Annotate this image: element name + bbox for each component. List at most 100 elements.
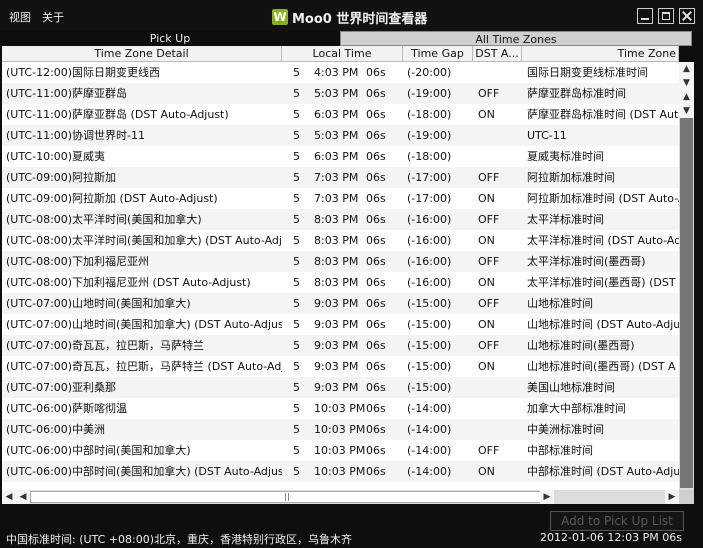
cell-day: 5 [293,423,300,436]
cell-seconds: 06s [366,213,386,226]
cell-local-time: 10:03 PM [314,423,366,436]
cell-day: 5 [293,234,300,247]
cell-dst: OFF [478,213,500,226]
cell-day: 5 [293,255,300,268]
table-row[interactable]: (UTC-06:00)中部时间(美国和加拿大) (DST Auto-Adjust… [2,461,679,482]
scroll-down-arrow-icon[interactable]: ▲ [679,90,694,104]
cell-time-gap: (-16:00) [407,234,452,247]
table-row[interactable]: (UTC-12:00)国际日期变更线西 5 4:03 PM 06s (-20:00) 国际… [2,62,679,83]
cell-time-gap: (-14:00) [407,423,452,436]
tab-pick-up[interactable]: Pick Up [0,31,340,46]
table-row[interactable]: (UTC-09:00)阿拉斯加 5 7:03 PM 06s (-17:00) OFF 阿拉斯… [2,167,679,188]
scroll-right-arrow-icon[interactable]: ▶ [540,490,554,504]
table-row[interactable]: (UTC-06:00)中部时间(美国和加拿大) 5 10:03 PM 06s (-14:… [2,440,679,461]
cell-time-zone: 太平洋标准时间(墨西哥) (DST A [527,276,679,289]
maximize-button[interactable] [658,8,674,24]
table-row[interactable]: (UTC-07:00)奇瓦瓦，拉巴斯，马萨特兰 (DST Auto-Adju 5 9… [2,356,679,377]
vertical-scrollbar[interactable]: ▲ ▼ ▲ ▼ [679,62,694,490]
cell-time-gap: (-14:00) [407,402,452,415]
cell-dst: ON [478,192,495,205]
minimize-button[interactable] [637,8,653,24]
cell-seconds: 06s [366,108,386,121]
scroll-left-arrow-icon[interactable]: ◀ [2,490,16,504]
cell-local-time: 8:03 PM [314,276,359,289]
cell-day: 5 [293,339,300,352]
cell-time-gap: (-18:00) [407,150,452,163]
column-header-time-zone-detail[interactable]: Time Zone Detail [2,46,282,62]
scroll-up-arrow-icon[interactable]: ▲ [679,62,694,76]
table-row[interactable]: (UTC-08:00)下加利福尼亚州 5 8:03 PM 06s (-16:00) OFF… [2,251,679,272]
cell-seconds: 06s [366,192,386,205]
cell-time-zone: 阿拉斯加标准时间 (DST Auto-A [527,192,679,205]
menu-view[interactable]: 视图 [9,9,31,25]
cell-time-zone: 中部标准时间 (DST Auto-Adju [527,465,679,478]
cell-time-zone-detail: (UTC-07:00)奇瓦瓦，拉巴斯，马萨特兰 [6,339,205,352]
close-button[interactable] [679,8,695,24]
add-to-pick-up-button[interactable]: Add to Pick Up List [550,511,684,531]
cell-seconds: 06s [366,87,386,100]
cell-dst [478,125,522,146]
cell-local-time: 10:03 PM [314,465,366,478]
app-title-text: Moo0 世界时间查看器 [292,11,428,27]
cell-local-time: 4:03 PM [314,66,359,79]
column-header-time-zone[interactable]: Time Zone [522,46,679,62]
table-row[interactable]: (UTC-11:00)萨摩亚群岛 (DST Auto-Adjust) 5 6:03 … [2,104,679,125]
cell-seconds: 06s [366,234,386,247]
cell-time-zone-detail: (UTC-09:00)阿拉斯加 (DST Auto-Adjust) [6,192,218,205]
table-row[interactable]: (UTC-11:00)萨摩亚群岛 5 5:03 PM 06s (-19:00) OFF 萨摩… [2,83,679,104]
table-row[interactable]: (UTC-11:00)协调世界时-11 5 5:03 PM 06s (-19:00) UT… [2,125,679,146]
cell-time-zone: 国际日期变更线标准时间 [527,66,648,79]
horizontal-scroll-thumb[interactable] [30,491,550,503]
column-header-time-gap[interactable]: Time Gap [403,46,473,62]
table-row[interactable]: (UTC-08:00)下加利福尼亚州 (DST Auto-Adjust) 5 8:0… [2,272,679,293]
cell-dst [478,398,522,419]
menu-about[interactable]: 关于 [42,9,64,25]
table-row[interactable]: (UTC-07:00)山地时间(美国和加拿大) (DST Auto-Adjust… [2,314,679,335]
cell-day: 5 [293,297,300,310]
table-row[interactable]: (UTC-09:00)阿拉斯加 (DST Auto-Adjust) 5 7:03 P… [2,188,679,209]
cell-time-zone-detail: (UTC-08:00)太平洋时间(美国和加拿大) (DST Auto-Adju [6,234,282,247]
cell-day: 5 [293,108,300,121]
app-title: W Moo0 世界时间查看器 [272,8,428,27]
cell-local-time: 6:03 PM [314,108,359,121]
cell-time-zone-detail: (UTC-07:00)山地时间(美国和加拿大) [6,297,191,310]
cell-local-time: 9:03 PM [314,318,359,331]
table-row[interactable]: (UTC-08:00)太平洋时间(美国和加拿大) (DST Auto-Adju 5… [2,230,679,251]
cell-local-time: 8:03 PM [314,213,359,226]
table-row[interactable]: (UTC-07:00)山地时间(美国和加拿大) 5 9:03 PM 06s (-15:0… [2,293,679,314]
table-row[interactable]: (UTC-07:00)奇瓦瓦，拉巴斯，马萨特兰 5 9:03 PM 06s (-15:0… [2,335,679,356]
cell-day: 5 [293,465,300,478]
table-row[interactable]: (UTC-08:00)太平洋时间(美国和加拿大) 5 8:03 PM 06s (-16:… [2,209,679,230]
cell-day: 5 [293,87,300,100]
title-bar: 视图 关于 W Moo0 世界时间查看器 [0,0,703,32]
cell-time-gap: (-18:00) [407,108,452,121]
scroll-up-arrow-icon[interactable]: ▼ [679,76,694,90]
cell-day: 5 [293,402,300,415]
cell-local-time: 9:03 PM [314,339,359,352]
scroll-down-arrow-icon[interactable]: ▼ [679,104,694,118]
table-row[interactable]: (UTC-10:00)夏威夷 5 6:03 PM 06s (-18:00) 夏威夷标准时间 [2,146,679,167]
scroll-left-arrow-icon[interactable]: ◀ [16,490,30,504]
cell-local-time: 5:03 PM [314,129,359,142]
vertical-scroll-thumb[interactable] [680,118,693,488]
cell-dst: ON [478,465,495,478]
cell-time-zone: 萨摩亚群岛标准时间 [527,87,626,100]
cell-time-zone-detail: (UTC-11:00)萨摩亚群岛 [6,87,128,100]
column-header-local-time[interactable]: Local Time [282,46,403,62]
cell-time-zone-detail: (UTC-07:00)奇瓦瓦，拉巴斯，马萨特兰 (DST Auto-Adju [6,360,282,373]
table-row[interactable]: (UTC-06:00)萨斯喀彻温 5 10:03 PM 06s (-14:00) 加拿大中… [2,398,679,419]
column-header-dst[interactable]: DST A... [473,46,522,62]
cell-time-gap: (-16:00) [407,255,452,268]
table-row[interactable]: (UTC-07:00)亚利桑那 5 9:03 PM 06s (-15:00) 美国山地标准… [2,377,679,398]
cell-time-gap: (-19:00) [407,129,452,142]
cell-time-gap: (-19:00) [407,87,452,100]
cell-dst [478,419,522,440]
horizontal-scrollbar[interactable]: ◀ ◀ ▶ ▶ [2,490,679,504]
cell-time-zone-detail: (UTC-12:00)国际日期变更线西 [6,66,161,79]
tab-all-time-zones[interactable]: All Time Zones [340,31,692,46]
scroll-right-arrow-icon[interactable]: ▶ [665,490,679,504]
local-time-zone-status: 中国标准时间: (UTC +08:00)北京，重庆，香港特别行政区，乌鲁木齐 [6,533,353,546]
table-row[interactable]: (UTC-06:00)中美洲 5 10:03 PM 06s (-14:00) 中美洲标准时… [2,419,679,440]
cell-local-time: 8:03 PM [314,234,359,247]
cell-time-zone: 萨摩亚群岛标准时间 (DST Auto [527,108,679,121]
